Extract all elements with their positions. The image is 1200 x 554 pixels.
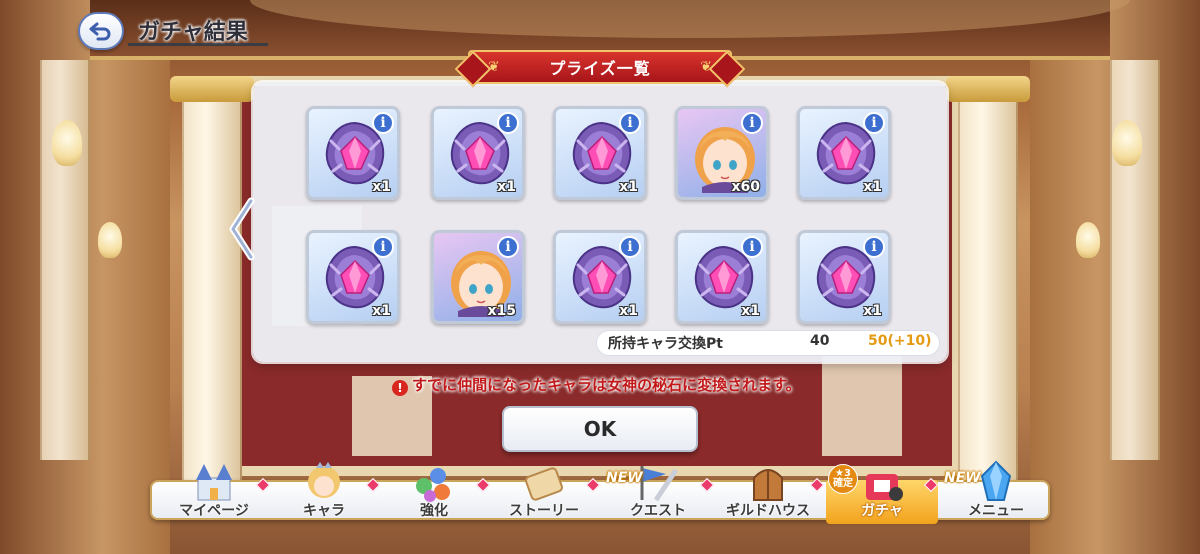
pillar [182,80,242,480]
result-item-stone[interactable]: i x1 [431,106,525,200]
item-quantity: x1 [497,179,516,195]
info-icon[interactable]: i [497,236,519,258]
nav-label: 強化 [420,503,448,519]
guild-door-icon [753,469,783,501]
nav-label: クエスト [630,503,686,519]
item-quantity: x1 [372,303,391,319]
wall-lamp [1112,120,1142,166]
notice-text: すでに仲間になったキャラは女神の秘石に変換されます。 [412,376,801,394]
prize-list-title: プライズ一覧 [549,59,651,78]
item-quantity: x1 [863,179,882,195]
result-item-stone[interactable]: i x1 [306,230,400,324]
nav-label: キャラ [303,503,345,519]
info-icon[interactable]: i [741,236,763,258]
nav-label: メニュー [968,503,1024,519]
castle-icon [196,464,232,501]
info-icon[interactable]: i [619,236,641,258]
back-arrow-icon [89,22,111,41]
gacha-icon [866,474,903,501]
item-quantity: x1 [619,179,638,195]
conversion-notice: ! すでに仲間になったキャラは女神の秘石に変換されます。 [392,374,801,396]
prize-list-ribbon: ❦ プライズ一覧 ❦ [468,50,732,84]
nav-item-scroll[interactable]: ストーリー [488,460,601,522]
wall-lamp [1076,222,1100,258]
chevron-left-icon [229,197,255,261]
guaranteed-badge: ★3 確定 [828,464,858,494]
scroll-icon [524,467,564,501]
item-quantity: x1 [741,303,760,319]
result-item-character[interactable]: i x60 [675,106,769,200]
info-icon[interactable]: i [741,112,763,134]
wall-lamp [98,222,122,258]
nav-item-gems[interactable]: 強化 [378,460,491,522]
pillar-capital [170,76,254,102]
exchange-points-label: 所持キャラ交換Pt [608,336,723,352]
info-icon[interactable]: i [497,112,519,134]
nav-item-sword-flag[interactable]: NEW クエスト [602,460,715,522]
result-item-stone[interactable]: i x1 [797,106,891,200]
nav-item-character[interactable]: キャラ [268,460,381,522]
diamond-divider-icon [809,477,825,493]
result-item-stone[interactable]: i x1 [553,106,647,200]
result-item-stone[interactable]: i x1 [553,230,647,324]
item-quantity: x60 [731,179,760,195]
nav-label: マイページ [179,503,249,519]
pillar-capital [946,76,1030,102]
ornament-icon: ❦ [488,59,500,75]
info-icon[interactable]: i [372,236,394,258]
info-icon[interactable]: i [863,112,885,134]
diamond-divider-icon [585,477,601,493]
nav-label: ストーリー [509,503,579,519]
item-quantity: x15 [487,303,516,319]
exchange-points-row: 所持キャラ交換Pt 40 50(+10) [596,330,940,356]
nav-label: ガチャ [861,503,903,519]
nav-item-guild-door[interactable]: ギルドハウス [712,460,825,522]
page-title-bar: ガチャ結果 [128,14,268,46]
ok-label: OK [583,417,617,441]
result-item-stone[interactable]: i x1 [675,230,769,324]
result-grid: i x1 i x1 i x1 i x60 i x1 i x1 i x15 i x1 i x1 i x… [306,106,896,324]
pillar [958,80,1018,480]
character-icon [308,462,340,498]
result-item-stone[interactable]: i x1 [797,230,891,324]
item-quantity: x1 [863,303,882,319]
pillar [1110,60,1160,460]
item-quantity: x1 [619,303,638,319]
result-item-stone[interactable]: i x1 [306,106,400,200]
info-icon[interactable]: i [863,236,885,258]
guaranteed-text: 確定 [833,478,853,489]
nav-item-crystal[interactable]: NEW メニュー [940,460,1052,522]
info-icon[interactable]: i [372,112,394,134]
exchange-points-after: 50(+10) [868,333,932,349]
page-title: ガチャ結果 [138,20,248,45]
ok-button[interactable]: OK [502,406,698,452]
previous-page-button[interactable] [222,194,262,264]
nav-label: ギルドハウス [726,503,810,519]
gems-icon [416,468,450,502]
item-quantity: x1 [372,179,391,195]
new-badge: NEW [606,470,643,486]
info-icon[interactable]: i [619,112,641,134]
warning-icon: ! [392,380,408,396]
nav-item-castle[interactable]: マイページ [158,460,271,522]
back-button[interactable] [78,12,124,50]
exchange-points-current: 40 [810,333,830,349]
nav-item-gacha[interactable]: ★3 確定 ガチャ [826,460,939,524]
ornament-icon: ❦ [700,59,712,75]
new-badge: NEW [944,470,981,486]
diamond-divider-icon [923,477,939,493]
wall-lamp [52,120,82,166]
result-item-character[interactable]: i x15 [431,230,525,324]
